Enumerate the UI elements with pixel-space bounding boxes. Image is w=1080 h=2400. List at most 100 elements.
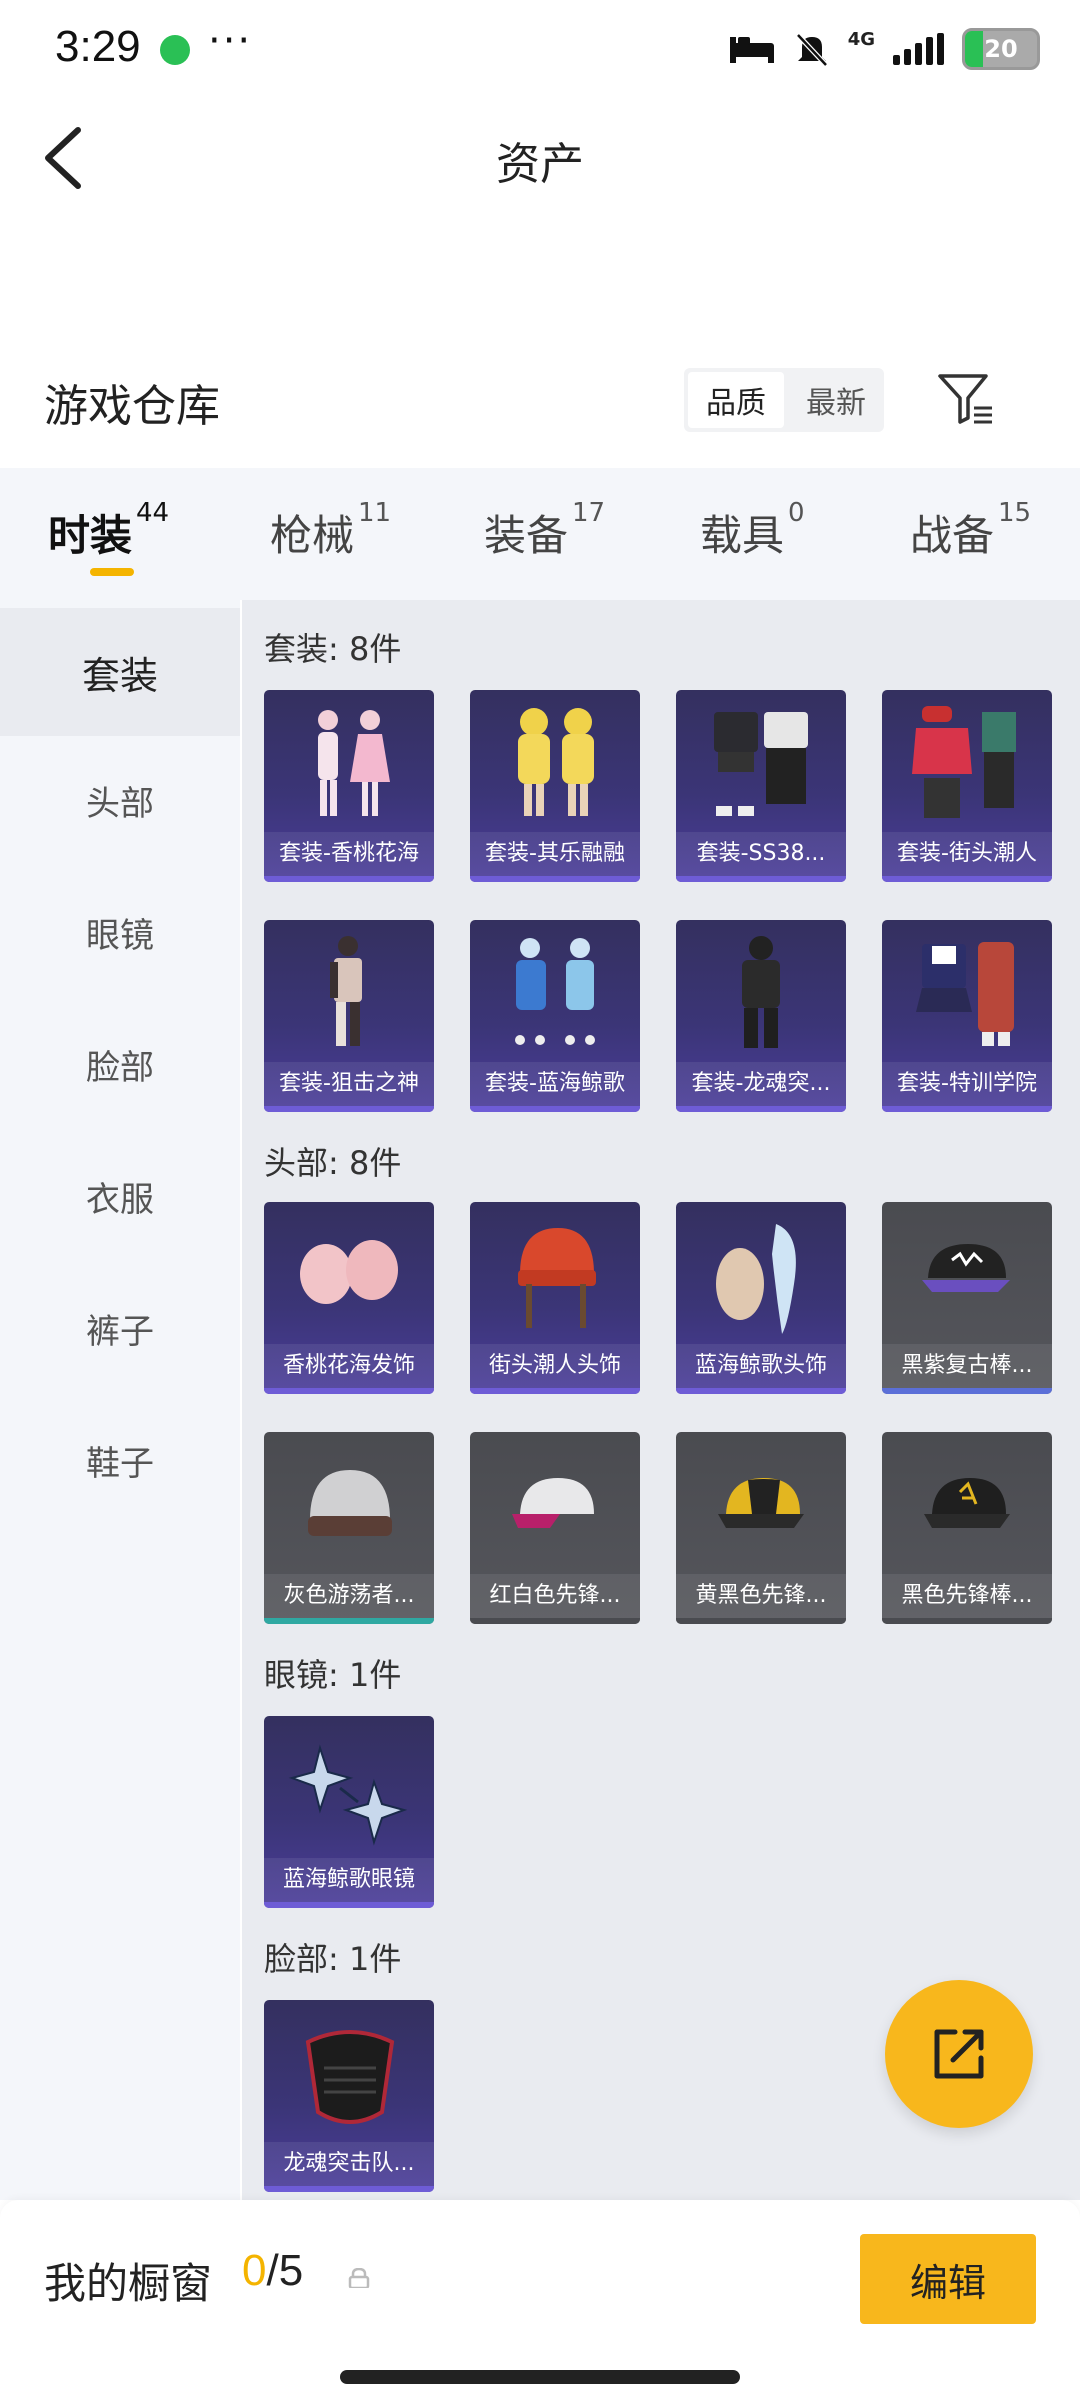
outfit-art-icon — [318, 710, 390, 816]
sidebar-item-head[interactable]: 头部 — [0, 736, 240, 864]
item-name: 红白色先锋... — [470, 1574, 640, 1618]
mute-icon — [795, 33, 828, 67]
tab-count: 44 — [136, 498, 170, 528]
section-label-glasses: 眼镜: 1件 — [264, 1656, 402, 1694]
item-name: 黄黑色先锋... — [676, 1574, 846, 1618]
item-name: 黑色先锋棒... — [882, 1574, 1052, 1618]
more-dots-icon: ··· — [208, 18, 253, 64]
status-time: 3:29 — [55, 22, 141, 71]
sidebar-item-glasses[interactable]: 眼镜 — [0, 868, 240, 996]
item-name: 套装-街头潮人 — [882, 832, 1052, 876]
cap-art-icon — [924, 1478, 1010, 1528]
outfit-art-icon — [916, 942, 1014, 1046]
sort-newest-button[interactable]: 最新 — [788, 368, 884, 432]
item-card[interactable]: 套装-其乐融融 — [470, 690, 640, 882]
showcase-label: 我的橱窗 — [44, 2259, 213, 2308]
item-name: 蓝海鲸歌头饰 — [676, 1344, 846, 1388]
category-tabs: 时装 44 枪械 11 装备 17 载具 0 战备 15 — [0, 468, 1080, 600]
edit-button[interactable]: 编辑 — [860, 2234, 1036, 2324]
network-type: 4G — [847, 28, 875, 50]
item-name: 套装-狙击之神 — [264, 1062, 434, 1106]
sort-quality-button[interactable]: 品质 — [688, 372, 784, 428]
section-label-head: 头部: 8件 — [264, 1144, 402, 1182]
hair-art-icon — [300, 1240, 398, 1304]
sidebar-item-shoes[interactable]: 鞋子 — [0, 1396, 240, 1524]
sidebar-item-pants[interactable]: 裤子 — [0, 1264, 240, 1392]
cap-art-icon — [922, 1244, 1010, 1292]
item-name: 套装-SS38... — [676, 832, 846, 876]
battery-icon: 20 — [962, 28, 1040, 70]
beanie-art-icon — [518, 1228, 596, 1328]
share-button[interactable] — [885, 1980, 1033, 2128]
tab-combat-supplies[interactable]: 战备 15 — [910, 498, 1031, 563]
item-name: 蓝海鲸歌眼镜 — [264, 1858, 434, 1902]
signal-icon — [893, 33, 944, 65]
item-name: 街头潮人头饰 — [470, 1344, 640, 1388]
item-card[interactable]: 蓝海鲸歌头饰 — [676, 1202, 846, 1394]
status-indicators: 4G 20 — [728, 28, 1040, 70]
outfit-art-icon — [714, 712, 808, 816]
hair-art-icon — [716, 1224, 796, 1334]
item-card[interactable]: 套装-特训学院 — [882, 920, 1052, 1112]
item-card[interactable]: 龙魂突击队... — [264, 2000, 434, 2192]
tab-firearms[interactable]: 枪械 11 — [270, 498, 391, 563]
sidebar-item-face[interactable]: 脸部 — [0, 1000, 240, 1128]
item-name: 黑紫复古棒... — [882, 1344, 1052, 1388]
item-card[interactable]: 街头潮人头饰 — [470, 1202, 640, 1394]
item-card[interactable]: 灰色游荡者... — [264, 1432, 434, 1624]
item-card[interactable]: 套装-香桃花海 — [264, 690, 434, 882]
sidebar-item-clothes[interactable]: 衣服 — [0, 1132, 240, 1260]
item-name: 套装-特训学院 — [882, 1062, 1052, 1106]
section-label-outfit: 套装: 8件 — [264, 630, 402, 668]
share-icon — [934, 2029, 984, 2079]
tab-equipment[interactable]: 装备 17 — [484, 498, 605, 563]
tab-count: 17 — [572, 498, 606, 528]
lock-icon — [348, 2268, 370, 2288]
cap-art-icon — [718, 1478, 804, 1528]
item-card[interactable]: 黑色先锋棒... — [882, 1432, 1052, 1624]
warehouse-title: 游戏仓库 — [44, 381, 220, 432]
sidebar-item-outfit[interactable]: 套装 — [0, 608, 240, 736]
tab-label: 载具 — [700, 511, 785, 560]
item-card[interactable]: 香桃花海发饰 — [264, 1202, 434, 1394]
tab-label: 战备 — [910, 511, 995, 560]
item-name: 套装-龙魂突... — [676, 1062, 846, 1106]
tab-count: 0 — [788, 498, 805, 528]
tab-count: 11 — [358, 498, 392, 528]
app-header: 资产 — [0, 100, 1080, 220]
showcase-total: /5 — [266, 2246, 304, 2295]
home-indicator[interactable] — [340, 2370, 740, 2384]
item-card[interactable]: 蓝海鲸歌眼镜 — [264, 1716, 434, 1908]
filter-icon[interactable] — [936, 370, 994, 428]
item-name: 龙魂突击队... — [264, 2142, 434, 2186]
tab-count: 15 — [998, 498, 1032, 528]
status-bar: 3:29 ··· 4G 20 — [0, 0, 1080, 100]
tab-fashion[interactable]: 时装 44 — [48, 498, 169, 563]
bed-icon — [729, 37, 774, 63]
tab-label: 装备 — [484, 511, 569, 560]
item-card[interactable]: 套装-SS38... — [676, 690, 846, 882]
item-card[interactable]: 套装-狙击之神 — [264, 920, 434, 1112]
item-name: 香桃花海发饰 — [264, 1344, 434, 1388]
outfit-art-icon — [742, 936, 780, 1048]
item-name: 套装-蓝海鲸歌 — [470, 1062, 640, 1106]
outfit-art-icon — [515, 938, 595, 1045]
tab-label: 枪械 — [270, 511, 355, 560]
sort-toggle: 品质 最新 — [684, 368, 884, 432]
item-card[interactable]: 黄黑色先锋... — [676, 1432, 846, 1624]
outfit-art-icon — [330, 936, 362, 1046]
item-card[interactable]: 套装-龙魂突... — [676, 920, 846, 1112]
outfit-art-icon — [912, 706, 1016, 818]
item-card[interactable]: 套装-街头潮人 — [882, 690, 1052, 882]
item-grid: 套装: 8件 套装-香桃花海 套装-其乐融融 套装-SS38... 套装-街头潮… — [242, 600, 1080, 2200]
outfit-art-icon — [518, 708, 594, 816]
item-card[interactable]: 黑紫复古棒... — [882, 1202, 1052, 1394]
category-sidebar: 套装 头部 眼镜 脸部 衣服 裤子 鞋子 — [0, 600, 240, 2200]
cap-art-icon — [512, 1478, 594, 1528]
tab-label: 时装 — [48, 511, 133, 560]
tab-vehicles[interactable]: 载具 0 — [700, 498, 805, 563]
item-card[interactable]: 红白色先锋... — [470, 1432, 640, 1624]
mask-art-icon — [305, 2030, 395, 2124]
glasses-art-icon — [288, 1744, 408, 1846]
item-card[interactable]: 套装-蓝海鲸歌 — [470, 920, 640, 1112]
